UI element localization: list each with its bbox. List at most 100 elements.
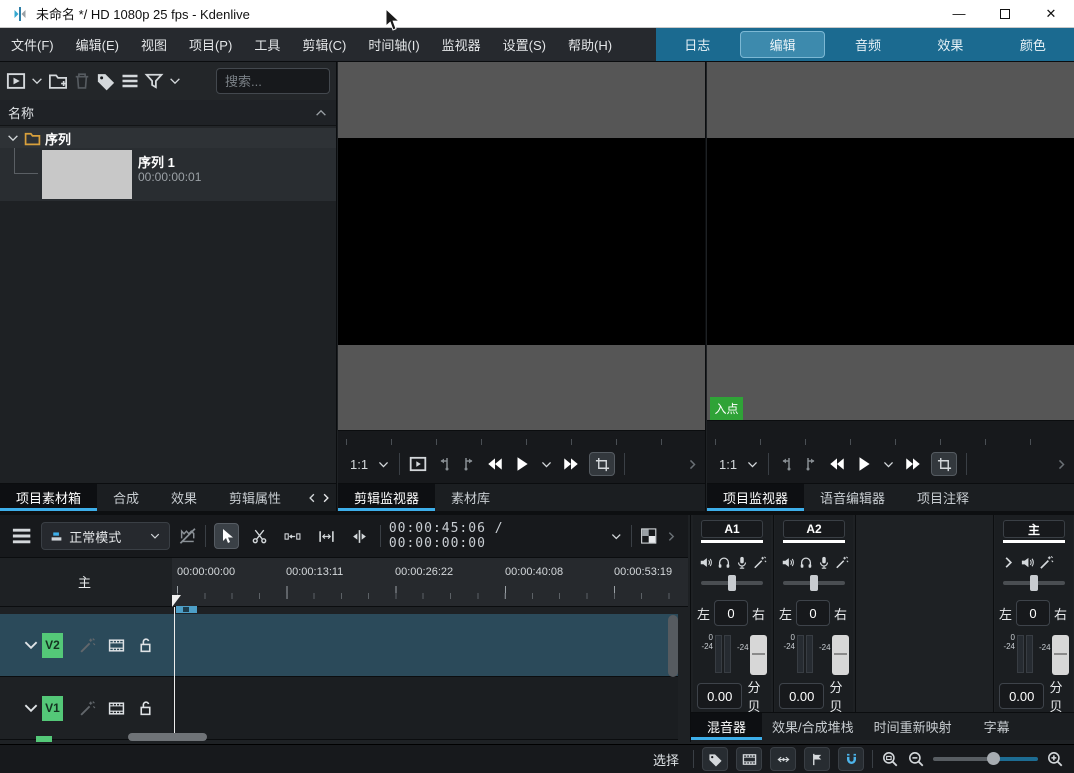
zone-mode-button[interactable]: [589, 452, 615, 476]
tab-effects[interactable]: 效果: [155, 484, 213, 511]
menu-file[interactable]: 文件(F): [0, 28, 65, 61]
zoom-fit-icon[interactable]: [881, 750, 899, 768]
audio-thumbnails-toggle-button[interactable]: [770, 747, 796, 771]
tab-time-remap[interactable]: 时间重新映射: [864, 713, 962, 740]
minimize-button[interactable]: —: [936, 0, 982, 27]
menu-settings[interactable]: 设置(S): [492, 28, 557, 61]
pan-slider[interactable]: [1003, 581, 1065, 585]
menu-icon[interactable]: [120, 71, 140, 91]
tab-compositions[interactable]: 合成: [97, 484, 155, 511]
menu-edit[interactable]: 编辑(E): [65, 28, 130, 61]
timeline-zone-bar[interactable]: [176, 606, 197, 613]
track-badge-v1[interactable]: V1: [42, 696, 63, 721]
resize-tool-button[interactable]: [314, 523, 339, 549]
selection-tool-button[interactable]: [214, 523, 239, 549]
play-icon[interactable]: [855, 455, 873, 473]
track-effects-icon[interactable]: [79, 700, 96, 717]
effects-wand-icon[interactable]: [753, 555, 767, 570]
tag-toggle-button[interactable]: [702, 747, 728, 771]
tab-media-browser[interactable]: 素材库: [435, 484, 506, 511]
project-monitor-zoom-level[interactable]: 1:1: [719, 457, 737, 472]
track-hide-icon[interactable]: [108, 637, 125, 654]
effects-wand-icon[interactable]: [835, 555, 849, 570]
timeline-zoom-slider[interactable]: [933, 752, 1038, 766]
menu-monitor[interactable]: 监视器: [431, 28, 492, 61]
zoom-chevron-down-icon[interactable]: [377, 458, 390, 471]
volume-fader[interactable]: [750, 635, 767, 675]
workspace-tab-editing[interactable]: 编辑: [740, 31, 824, 58]
tab-project-monitor[interactable]: 项目监视器: [707, 484, 804, 511]
pan-slider[interactable]: [783, 581, 845, 585]
thumbnails-toggle-button[interactable]: [736, 747, 762, 771]
pan-slider-handle[interactable]: [1030, 575, 1038, 591]
timeline-menu-icon[interactable]: [10, 524, 33, 548]
razor-tool-button[interactable]: [247, 523, 272, 549]
track-lock-icon[interactable]: [137, 700, 154, 717]
rewind-icon[interactable]: [486, 455, 504, 473]
track-header-v1[interactable]: V1: [0, 677, 172, 740]
bin-clip-row[interactable]: 序列 1 00:00:00:01: [0, 148, 336, 201]
play-menu-chevron-down-icon[interactable]: [540, 458, 553, 471]
play-icon[interactable]: [513, 455, 531, 473]
menu-timeline[interactable]: 时间轴(I): [357, 28, 430, 61]
balance-spinbox[interactable]: 0: [1016, 600, 1050, 626]
maximize-button[interactable]: [982, 0, 1028, 27]
master-track-label[interactable]: 主: [78, 572, 91, 591]
play-menu-chevron-down-icon[interactable]: [882, 458, 895, 471]
forward-icon[interactable]: [904, 455, 922, 473]
zone-mode-button[interactable]: [931, 452, 957, 476]
solo-headphones-icon[interactable]: [717, 555, 731, 570]
zoom-out-icon[interactable]: [907, 750, 925, 768]
zone-out-icon[interactable]: [803, 456, 819, 472]
zone-in-icon[interactable]: [436, 456, 452, 472]
forward-icon[interactable]: [562, 455, 580, 473]
search-input[interactable]: [216, 68, 330, 94]
zone-out-icon[interactable]: [461, 456, 477, 472]
menu-tools[interactable]: 工具: [243, 28, 291, 61]
add-clip-menu-chevron-down-icon[interactable]: [30, 74, 44, 88]
tab-project-bin[interactable]: 项目素材箱: [0, 484, 97, 511]
mute-speaker-icon[interactable]: [781, 555, 795, 570]
zoom-slider-handle[interactable]: [987, 752, 1000, 765]
timeline-horizontal-scrollbar[interactable]: [128, 733, 207, 741]
record-mic-icon[interactable]: [817, 555, 831, 570]
clip-monitor-seek-ruler[interactable]: [338, 430, 705, 445]
toolbar-overflow-chevron-right-icon[interactable]: [686, 458, 699, 471]
collapse-chevron-right-icon[interactable]: [1001, 555, 1016, 570]
tab-clip-monitor[interactable]: 剪辑监视器: [338, 484, 435, 511]
track-header-v2[interactable]: V2: [0, 614, 172, 677]
volume-fader[interactable]: [832, 635, 849, 675]
menu-view[interactable]: 视图: [130, 28, 178, 61]
bin-name-column-header[interactable]: 名称: [0, 100, 336, 126]
workspace-tab-logging[interactable]: 日志: [656, 28, 738, 61]
tab-speech-editor[interactable]: 语音编辑器: [804, 484, 901, 511]
track-effects-icon[interactable]: [79, 637, 96, 654]
track-badge-v2[interactable]: V2: [42, 633, 63, 658]
gain-spinbox[interactable]: 0.00: [697, 683, 742, 709]
markers-toggle-button[interactable]: [804, 747, 830, 771]
toolbar-overflow-chevron-right-icon[interactable]: [665, 530, 678, 543]
close-button[interactable]: ✕: [1028, 0, 1074, 27]
rewind-icon[interactable]: [828, 455, 846, 473]
mute-speaker-icon[interactable]: [1020, 555, 1035, 570]
add-clip-icon[interactable]: [6, 71, 26, 91]
workspace-tab-color[interactable]: 颜色: [992, 28, 1074, 61]
balance-spinbox[interactable]: 0: [796, 600, 830, 626]
track-lock-icon[interactable]: [137, 637, 154, 654]
timecode-chevron-down-icon[interactable]: [610, 530, 623, 543]
solo-headphones-icon[interactable]: [799, 555, 813, 570]
effects-wand-icon[interactable]: [1039, 555, 1054, 570]
folder-expand-chevron-down-icon[interactable]: [6, 131, 20, 145]
sort-chevron-up-icon[interactable]: [314, 106, 328, 120]
snap-toggle-button[interactable]: [838, 747, 864, 771]
pan-slider[interactable]: [701, 581, 763, 585]
pan-slider-handle[interactable]: [728, 575, 736, 591]
slip-tool-button[interactable]: [347, 523, 372, 549]
volume-fader[interactable]: [1052, 635, 1069, 675]
track-collapse-chevron-down-icon[interactable]: [22, 699, 40, 717]
menu-clip[interactable]: 剪辑(C): [291, 28, 357, 61]
menu-project[interactable]: 项目(P): [178, 28, 243, 61]
spacer-tool-button[interactable]: [280, 523, 305, 549]
workspace-tab-effects[interactable]: 效果: [909, 28, 991, 61]
menu-help[interactable]: 帮助(H): [557, 28, 623, 61]
